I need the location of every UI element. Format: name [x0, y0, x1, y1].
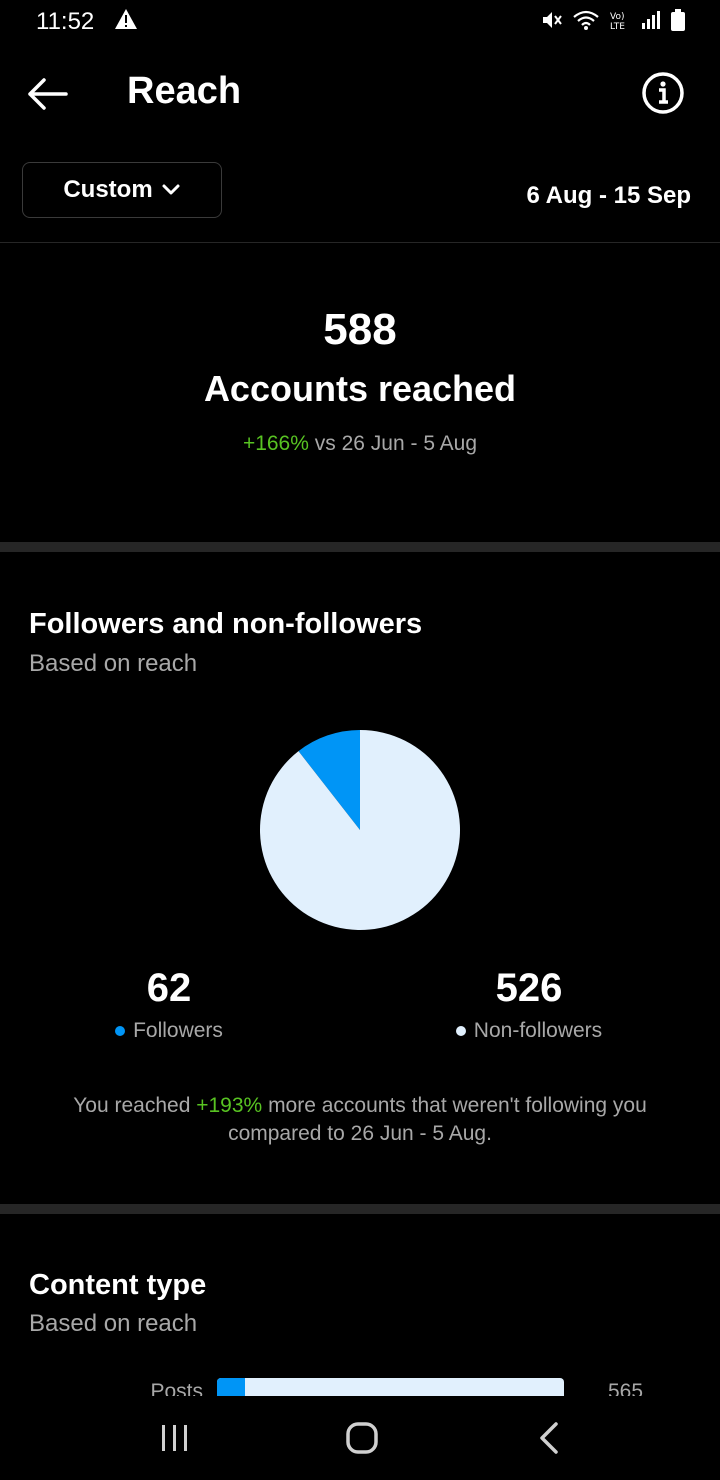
- non-followers-legend: Non-followers: [399, 1019, 659, 1043]
- status-time: 11:52: [36, 8, 95, 35]
- content-type-value: 565: [608, 1380, 644, 1396]
- pie-slice-non-followers: [260, 730, 460, 930]
- content-type-subtitle: Based on reach: [29, 1310, 198, 1337]
- non-followers-legend-dot: [455, 1026, 466, 1036]
- note-change: +193%: [196, 1094, 263, 1117]
- nav-back-icon: [540, 1422, 558, 1454]
- warning-icon: [114, 8, 138, 35]
- content-type-label: Posts: [150, 1380, 203, 1396]
- reach-compare-text: vs 26 Jun - 5 Aug: [314, 432, 478, 455]
- date-range: 6 Aug - 15 Sep: [526, 182, 691, 209]
- followers-section-title: Followers and non-followers: [29, 608, 423, 640]
- recent-apps-button[interactable]: [155, 1420, 195, 1456]
- chevron-down-icon: [162, 184, 180, 195]
- followers-note: You reached +193% more accounts that wer…: [30, 1092, 690, 1148]
- svg-text:Vo): Vo): [610, 12, 624, 22]
- non-followers-label: Non-followers: [473, 1019, 603, 1042]
- status-bar: 11:52 Vo) LTE: [0, 0, 720, 44]
- svg-text:LTE: LTE: [610, 22, 625, 31]
- content-type-bar-fill: [217, 1378, 245, 1396]
- filter-row: Custom 6 Aug - 15 Sep: [0, 162, 720, 220]
- content-type-bar: [217, 1378, 564, 1396]
- page-title: Reach: [127, 70, 242, 112]
- recent-apps-icon: [162, 1425, 187, 1451]
- note-suffix: more accounts that weren't following you…: [228, 1094, 647, 1145]
- section-separator: [0, 542, 720, 552]
- reach-summary: 588 Accounts reached +166% vs 26 Jun - 5…: [0, 300, 720, 456]
- divider: [0, 242, 720, 243]
- home-icon: [346, 1422, 378, 1454]
- followers-legend: Followers: [39, 1019, 299, 1043]
- app-header: Reach: [0, 56, 720, 132]
- system-nav-bar: [0, 1396, 720, 1480]
- info-icon: [642, 72, 684, 114]
- followers-section-subtitle: Based on reach: [29, 650, 198, 677]
- followers-label: Followers: [133, 1019, 223, 1042]
- section-separator: [0, 1204, 720, 1214]
- date-filter-dropdown[interactable]: Custom: [22, 162, 222, 218]
- content-type-row: Posts 565: [0, 1376, 720, 1396]
- followers-stat: 62 Followers: [39, 966, 299, 1043]
- followers-pie-chart: [260, 730, 460, 930]
- date-filter-label: Custom: [63, 176, 153, 203]
- reach-change: +166%: [242, 432, 309, 455]
- followers-value: 62: [146, 966, 192, 1010]
- battery-icon: [670, 8, 686, 37]
- followers-legend-dot: [115, 1026, 126, 1036]
- mute-icon: [540, 9, 564, 36]
- info-button[interactable]: [640, 70, 686, 116]
- volte-icon: Vo) LTE: [608, 9, 632, 36]
- status-icons: Vo) LTE: [540, 8, 686, 37]
- home-button[interactable]: [342, 1420, 382, 1456]
- reach-comparison: +166% vs 26 Jun - 5 Aug: [0, 432, 720, 456]
- arrow-left-icon: [28, 78, 68, 110]
- note-prefix: You reached: [73, 1094, 191, 1117]
- back-button[interactable]: [24, 74, 74, 114]
- non-followers-stat: 526 Non-followers: [399, 966, 659, 1043]
- non-followers-value: 526: [495, 966, 563, 1010]
- accounts-reached-value: 588: [323, 305, 397, 354]
- content-type-title: Content type: [29, 1269, 207, 1301]
- nav-back-button[interactable]: [530, 1420, 570, 1456]
- wifi-icon: [572, 9, 600, 36]
- accounts-reached-label: Accounts reached: [203, 368, 517, 409]
- signal-icon: [640, 9, 662, 36]
